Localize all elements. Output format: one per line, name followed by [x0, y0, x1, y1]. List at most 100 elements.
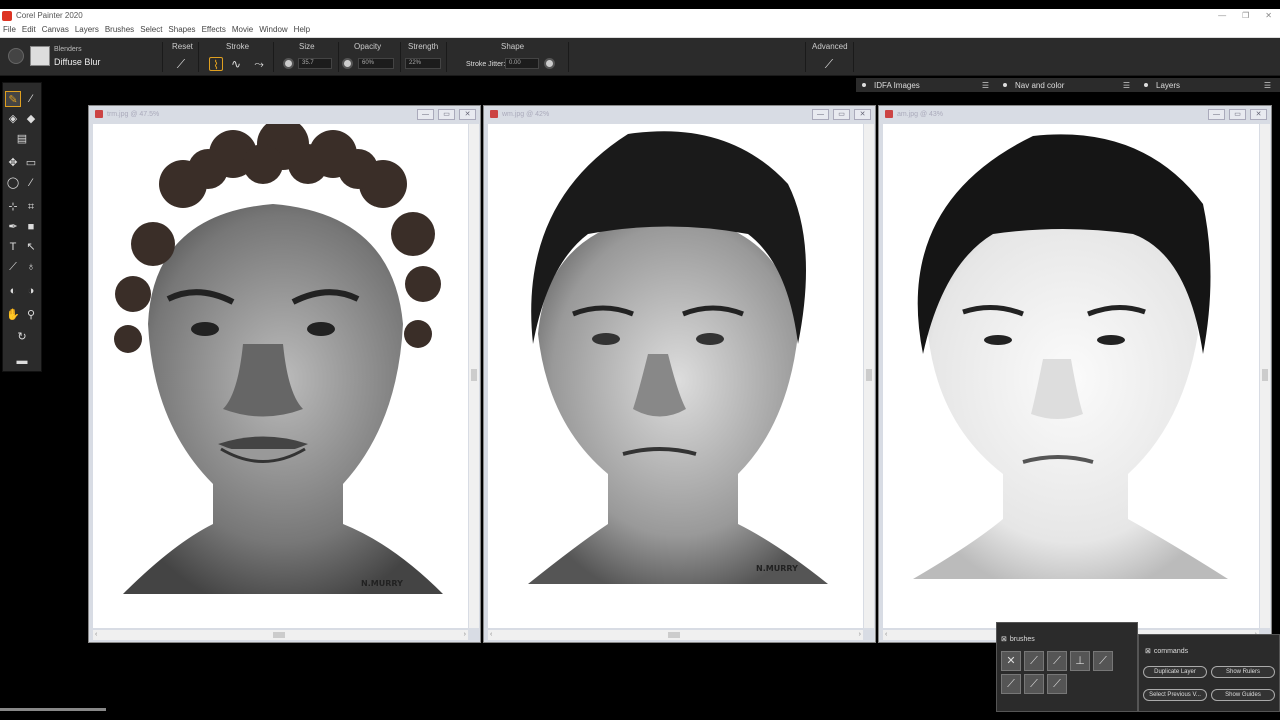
grabber-tool-icon[interactable]: ✋ — [5, 307, 21, 323]
brush-preset-icon[interactable]: ⊥ — [1070, 651, 1090, 671]
scroll-thumb[interactable] — [866, 369, 872, 381]
dodge-tool-icon[interactable]: ◐ — [5, 283, 21, 299]
duplicate-layer-button[interactable]: Duplicate Layer — [1143, 666, 1207, 678]
stroke-options-icon[interactable]: ⤳ — [252, 57, 266, 71]
magnifier-tool-icon[interactable]: ⚲ — [23, 307, 39, 323]
menu-window[interactable]: Window — [256, 25, 290, 34]
vertical-scrollbar[interactable] — [1260, 124, 1270, 628]
minimize-icon[interactable]: — — [1218, 11, 1226, 20]
brush-preset-icon[interactable]: ✕ — [1001, 651, 1021, 671]
painting-canvas[interactable]: N.MURRY — [93, 124, 468, 628]
scroll-thumb[interactable] — [1262, 369, 1268, 381]
horizontal-scrollbar[interactable]: ‹ › — [488, 630, 863, 640]
jitter-options-icon[interactable] — [544, 58, 555, 69]
straight-stroke-icon[interactable]: ∿ — [229, 57, 243, 71]
document-window-1[interactable]: trm.jpg @ 47.5% — ▭ ✕ N.MURRY ‹ › — [88, 105, 481, 643]
brush-preset-icon[interactable]: ⟋ — [1001, 674, 1021, 694]
scroll-left-icon[interactable]: ‹ — [490, 631, 492, 638]
scroll-left-icon[interactable]: ‹ — [885, 631, 887, 638]
minimize-icon[interactable]: — — [417, 108, 434, 120]
panel-menu-icon[interactable]: ☰ — [1264, 81, 1271, 90]
close-icon[interactable]: ✕ — [459, 108, 476, 120]
opacity-icon[interactable] — [342, 58, 353, 69]
screen-mode-icon[interactable]: ▬ — [14, 353, 30, 369]
maximize-icon[interactable]: ▭ — [833, 108, 850, 120]
brush-preset-icon[interactable]: ⟋ — [1047, 651, 1067, 671]
menu-effects[interactable]: Effects — [199, 25, 229, 34]
burn-tool-icon[interactable]: ◑ — [23, 283, 39, 299]
rect-select-icon[interactable]: ▭ — [23, 155, 39, 171]
eraser-tool-icon[interactable]: ◆ — [23, 111, 39, 127]
brush-preset-icon[interactable]: ⟋ — [1093, 651, 1113, 671]
scroll-thumb[interactable] — [668, 632, 680, 638]
crop-tool-icon[interactable]: ⌗ — [23, 199, 39, 215]
brush-preset-icon[interactable]: ⟋ — [1047, 674, 1067, 694]
move-tool-icon[interactable]: ✥ — [5, 155, 21, 171]
document-title-bar[interactable]: trm.jpg @ 47.5% — ▭ ✕ — [89, 106, 480, 122]
close-icon[interactable]: ✕ — [1265, 11, 1272, 20]
menu-canvas[interactable]: Canvas — [39, 25, 72, 34]
scroll-right-icon[interactable]: › — [859, 631, 861, 638]
painting-canvas[interactable]: N.MURRY — [488, 124, 863, 628]
brush-selector-icon[interactable] — [8, 48, 24, 64]
scroll-thumb[interactable] — [273, 632, 285, 638]
close-icon[interactable]: ✕ — [1250, 108, 1267, 120]
menu-select[interactable]: Select — [137, 25, 165, 34]
panel-menu-icon[interactable]: ☰ — [982, 81, 989, 90]
stroke-jitter-field[interactable]: 0.00 — [505, 58, 539, 69]
menu-movie[interactable]: Movie — [229, 25, 256, 34]
vertical-scrollbar[interactable] — [469, 124, 479, 628]
minimize-icon[interactable]: — — [1208, 108, 1225, 120]
panel-close-icon[interactable]: ⊠ — [1145, 647, 1151, 655]
size-icon[interactable] — [283, 58, 294, 69]
restore-icon[interactable]: ❐ — [1242, 11, 1249, 20]
rotate-page-icon[interactable]: ↻ — [14, 329, 30, 345]
dropper-tool-icon[interactable]: ⁄ — [23, 91, 39, 107]
show-guides-button[interactable]: Show Guides — [1211, 689, 1275, 701]
paint-bucket-icon[interactable]: ◈ — [5, 111, 21, 127]
document-window-3[interactable]: am.jpg @ 43% — ▭ ✕ ‹ — [878, 105, 1272, 643]
select-previous-button[interactable]: Select Previous V... — [1143, 689, 1207, 701]
document-window-2[interactable]: wm.jpg @ 42% — ▭ ✕ N.MURRY ‹ › — [483, 105, 876, 643]
maximize-icon[interactable]: ▭ — [1229, 108, 1246, 120]
reset-brush-icon[interactable]: ⟋ — [174, 57, 188, 71]
brush-preset-icon[interactable]: ⟋ — [1024, 674, 1044, 694]
scroll-right-icon[interactable]: › — [464, 631, 466, 638]
paper-icon[interactable]: ▤ — [14, 131, 30, 147]
brush-preset-icon[interactable]: ⟋ — [1024, 651, 1044, 671]
menu-shapes[interactable]: Shapes — [165, 25, 198, 34]
menu-edit[interactable]: Edit — [19, 25, 39, 34]
strength-field[interactable]: 22% — [405, 58, 441, 69]
maximize-icon[interactable]: ▭ — [438, 108, 455, 120]
vertical-scrollbar[interactable] — [864, 124, 874, 628]
menu-help[interactable]: Help — [291, 25, 313, 34]
tab-nav-and-color[interactable]: Nav and color ☰ — [997, 81, 1138, 90]
document-title-bar[interactable]: wm.jpg @ 42% — ▭ ✕ — [484, 106, 875, 122]
menu-file[interactable]: File — [0, 25, 19, 34]
cloner-tool-icon[interactable]: ⟋ — [5, 259, 21, 275]
horizontal-scrollbar[interactable]: ‹ › — [93, 630, 468, 640]
lasso-tool-icon[interactable]: ◯ — [5, 175, 21, 191]
close-icon[interactable]: ✕ — [854, 108, 871, 120]
tab-layers[interactable]: Layers ☰ — [1138, 81, 1279, 90]
transform-tool-icon[interactable]: ⊹ — [5, 199, 21, 215]
shape-select-icon[interactable]: ↖ — [23, 239, 39, 255]
scroll-left-icon[interactable]: ‹ — [95, 631, 97, 638]
show-rulers-button[interactable]: Show Rulers — [1211, 666, 1275, 678]
size-field[interactable]: 35.7 — [298, 58, 332, 69]
menu-brushes[interactable]: Brushes — [102, 25, 137, 34]
panel-menu-icon[interactable]: ☰ — [1123, 81, 1130, 90]
menu-layers[interactable]: Layers — [72, 25, 102, 34]
brush-variant[interactable]: Diffuse Blur — [54, 57, 100, 67]
text-tool-icon[interactable]: T — [5, 239, 21, 255]
magic-wand-icon[interactable]: ⁄ — [23, 175, 39, 191]
tab-idfa-images[interactable]: IDFA Images ☰ — [856, 81, 997, 90]
freehand-stroke-icon[interactable]: ⌇ — [209, 57, 223, 72]
rubber-stamp-icon[interactable]: ♁ — [23, 259, 39, 275]
brush-variant-thumbnail[interactable] — [30, 46, 50, 66]
scroll-thumb[interactable] — [471, 369, 477, 381]
advanced-brush-controls-icon[interactable]: ⟋ — [822, 57, 836, 71]
document-title-bar[interactable]: am.jpg @ 43% — ▭ ✕ — [879, 106, 1271, 122]
brush-tool-icon[interactable]: ✎ — [5, 91, 21, 107]
opacity-field[interactable]: 60% — [358, 58, 394, 69]
